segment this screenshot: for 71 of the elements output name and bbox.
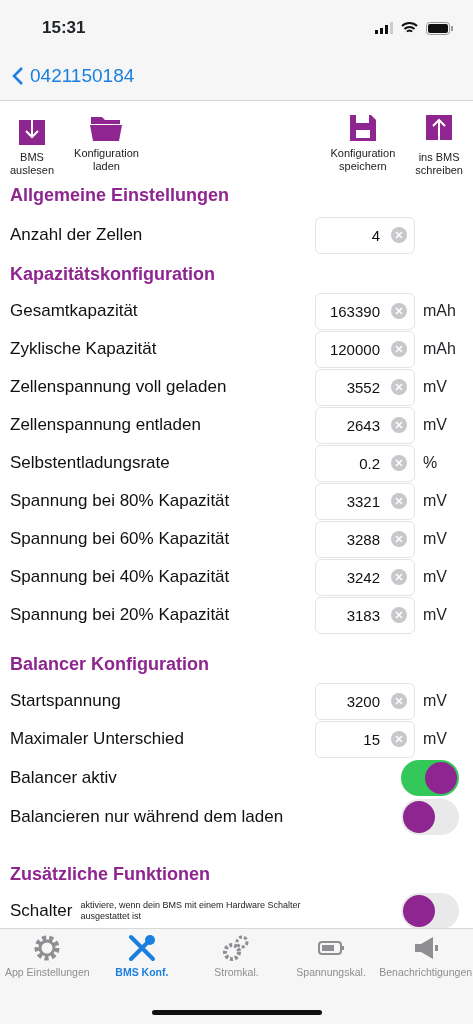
clear-icon[interactable] <box>391 226 407 243</box>
number-field[interactable]: 120000 <box>315 330 415 368</box>
folder-icon <box>90 115 123 141</box>
toolbar-button[interactable]: Konfiguration laden <box>72 115 141 185</box>
hint-text: aktiviere, wenn dein BMS mit einem Hardware Schalter ausgestattet ist <box>79 900 302 922</box>
number-field[interactable]: 3242 <box>315 558 415 596</box>
tab-item[interactable]: BMS Konf. <box>94 933 190 1024</box>
clear-icon[interactable] <box>391 530 407 547</box>
unit-label: mV <box>422 691 448 711</box>
setting-label: Selbstentladungsrate <box>10 452 171 475</box>
setting-label: Zellenspannung voll geladen <box>10 376 228 399</box>
toggle-switch[interactable] <box>401 798 459 835</box>
unit-label: % <box>422 453 439 473</box>
back-button[interactable]: 0421150184 <box>12 61 135 91</box>
setting-label: Spannung bei 20% Kapazität <box>10 604 231 627</box>
tools-icon <box>126 933 157 963</box>
setting-label: Zellenspannung entladen <box>10 414 202 437</box>
setting-label: Spannung bei 40% Kapazität <box>10 566 231 589</box>
unit-label: mV <box>422 377 448 397</box>
number-field[interactable]: 163390 <box>315 292 415 330</box>
number-field[interactable]: 4 <box>315 216 415 254</box>
number-field[interactable]: 3200 <box>315 682 415 720</box>
unit-label: mAh <box>422 339 457 359</box>
section-heading: Allgemeine Einstellungen <box>10 185 231 207</box>
number-field[interactable]: 15 <box>315 720 415 758</box>
toggle-switch[interactable] <box>401 893 459 929</box>
number-field[interactable]: 3183 <box>315 596 415 634</box>
section-heading: Balancer Konfiguration <box>10 653 211 676</box>
number-field[interactable]: 3288 <box>315 520 415 558</box>
section-heading: Zusätzliche Funktionen <box>10 863 211 886</box>
section-heading: Kapazitätskonfiguration <box>10 263 216 286</box>
setting-label: Spannung bei 80% Kapazität <box>10 490 231 513</box>
clear-icon[interactable] <box>391 454 407 471</box>
setting-label: Maximaler Unterschied <box>10 728 185 751</box>
unit-label: mV <box>422 567 448 587</box>
battery-icon <box>426 21 453 35</box>
toolbar-button[interactable]: Konfiguration speichern <box>328 115 398 185</box>
clear-icon[interactable] <box>391 378 407 395</box>
toolbar-button[interactable]: ins BMS schreiben <box>413 115 465 185</box>
clear-icon[interactable] <box>391 692 407 709</box>
toggle-switch[interactable] <box>401 759 459 796</box>
clear-icon[interactable] <box>391 340 407 357</box>
clear-icon[interactable] <box>391 568 407 585</box>
status-time: 15:31 <box>42 17 86 40</box>
clear-icon[interactable] <box>391 416 407 433</box>
unit-label: mV <box>422 491 448 511</box>
unit-label: mV <box>422 529 448 549</box>
back-chevron-icon <box>12 66 24 86</box>
unit-label: mV <box>422 729 448 749</box>
unit-label: mAh <box>422 301 457 321</box>
setting-label: Balancer aktiv <box>10 766 118 789</box>
setting-label: Spannung bei 60% Kapazität <box>10 528 231 551</box>
signal-icon <box>375 22 393 34</box>
setting-label: Schalter <box>10 900 73 923</box>
number-field[interactable]: 3321 <box>315 482 415 520</box>
clear-icon[interactable] <box>391 730 407 747</box>
setting-label: Balancieren nur während dem laden <box>10 805 285 828</box>
unit-label: mV <box>422 415 448 435</box>
setting-label: Startspannung <box>10 690 122 713</box>
number-field[interactable]: 3552 <box>315 368 415 406</box>
setting-label: Anzahl der Zellen <box>10 224 144 247</box>
toolbar-button[interactable]: BMS auslesen <box>8 115 57 185</box>
setting-label: Zyklische Kapazität <box>10 338 158 361</box>
setting-label: Gesamtkapazität <box>10 300 139 323</box>
unit-label: mV <box>422 605 448 625</box>
clear-icon[interactable] <box>391 492 407 509</box>
clear-icon[interactable] <box>391 606 407 623</box>
wifi-icon <box>401 22 418 34</box>
clear-icon[interactable] <box>391 302 407 319</box>
number-field[interactable]: 2643 <box>315 406 415 444</box>
number-field[interactable]: 0.2 <box>315 444 415 482</box>
